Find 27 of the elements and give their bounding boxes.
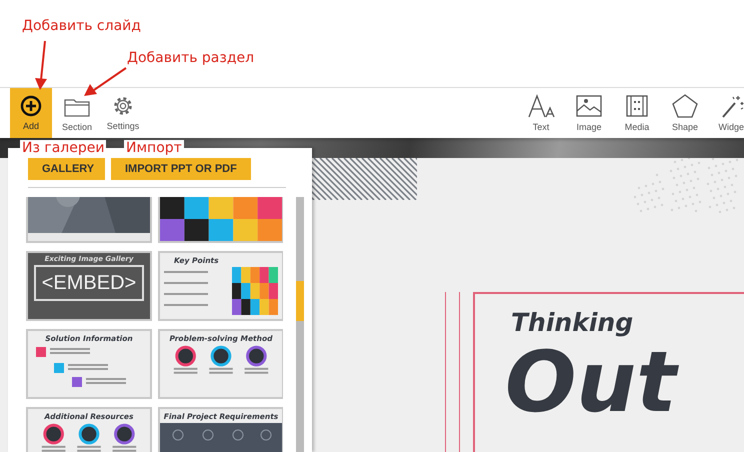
toolbar-button[interactable]: Text [522,88,560,138]
scrollbar-thumb[interactable] [296,281,304,321]
annotation-label: Импорт [124,140,184,157]
font-size-icon [528,94,554,118]
toolbar-button[interactable]: Section [56,88,98,138]
panel-button[interactable]: IMPORT PPT OR PDF [111,158,251,180]
image-icon [576,94,602,118]
settings-icon [112,95,134,117]
slide-headline: Out [505,337,744,427]
annotation-label: Из галереи [20,140,106,157]
toolbar-button[interactable]: Settings [102,88,144,138]
film-icon [625,94,649,118]
toolbar-button[interactable]: Add [10,88,52,138]
slide-title: Thinking [511,308,634,337]
toolbar-button[interactable]: Widge [714,88,744,138]
pentagon-icon [672,94,698,118]
add-icon [20,95,42,117]
magic-wand-icon [720,94,744,118]
panel-button[interactable]: GALLERY [28,158,105,180]
scrollbar[interactable] [296,197,304,452]
arrow [35,40,47,90]
toolbar-button[interactable]: Shape [666,88,704,138]
embed-label: <EMBED> [34,265,144,301]
toolbar-button[interactable]: Image [570,88,608,138]
annotation-label: Добавить слайд [20,18,143,35]
toolbar-button[interactable]: Media [618,88,656,138]
arrow [84,67,127,96]
